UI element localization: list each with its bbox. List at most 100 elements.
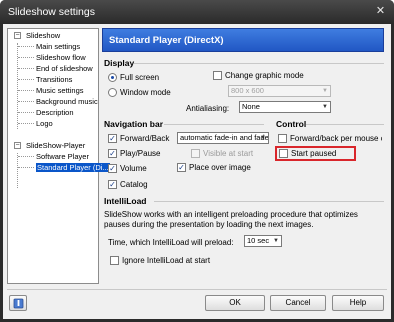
help-book-icon — [13, 298, 24, 309]
preload-value: 10 sec — [247, 236, 270, 245]
tree-item-logo[interactable]: Logo — [36, 118, 53, 129]
intelliload-section-title: IntelliLoad — [104, 196, 147, 206]
tree-item-standard-player[interactable]: Standard Player (Di... — [36, 162, 110, 173]
tree-item-transitions[interactable]: Transitions — [36, 74, 72, 85]
tree-item-label: Description — [36, 108, 74, 117]
visible-at-start-label: Visible at start — [203, 149, 254, 158]
antialiasing-value: None — [242, 102, 260, 111]
change-graphic-mode-label: Change graphic mode — [225, 71, 304, 80]
tree-connector — [18, 57, 34, 58]
place-over-image-checkbox[interactable]: ✓ — [177, 163, 186, 172]
page-title: Standard Player (DirectX) — [109, 35, 224, 46]
preload-select[interactable]: 10 sec ▼ — [244, 235, 282, 247]
tree-item-label: Slideshow flow — [36, 53, 86, 62]
start-paused-checkbox[interactable] — [279, 149, 288, 158]
forward-back-mode-select[interactable]: automatic fade-in and fade ▼ — [177, 132, 269, 144]
tree-connector — [18, 156, 34, 157]
collapse-icon[interactable]: − — [14, 32, 21, 39]
help-button[interactable]: Help — [332, 295, 384, 311]
change-graphic-mode-checkbox[interactable] — [213, 71, 222, 80]
tree-connector — [18, 112, 34, 113]
resolution-value: 800 x 600 — [231, 86, 264, 95]
dialog-window: Slideshow settings ✕ − Slideshow Main se… — [0, 0, 394, 322]
page-header: Standard Player (DirectX) — [102, 28, 384, 52]
tree-item-label: Background music — [36, 97, 98, 106]
catalog-checkbox[interactable]: ✓ — [108, 180, 117, 189]
tree-connector — [18, 46, 34, 47]
chevron-down-icon: ▼ — [322, 88, 328, 94]
chevron-down-icon: ▼ — [273, 238, 279, 244]
chevron-down-icon: ▼ — [260, 135, 266, 141]
place-over-image-label: Place over image — [189, 163, 251, 172]
volume-checkbox[interactable]: ✓ — [108, 164, 117, 173]
play-pause-checkbox[interactable]: ✓ — [108, 149, 117, 158]
forward-back-checkbox[interactable]: ✓ — [108, 134, 117, 143]
tree-item-label: SlideShow-Player — [26, 141, 86, 150]
collapse-icon[interactable]: − — [14, 142, 21, 149]
catalog-label: Catalog — [120, 180, 148, 189]
divider — [134, 63, 384, 64]
tree-item-slideshow-flow[interactable]: Slideshow flow — [36, 52, 86, 63]
tree-item-label: End of slideshow — [36, 64, 93, 73]
tree-item-label: Logo — [36, 119, 53, 128]
tree-item-software-player[interactable]: Software Player — [36, 151, 89, 162]
chevron-down-icon: ▼ — [322, 104, 328, 110]
close-icon[interactable]: ✕ — [373, 4, 388, 19]
resolution-select[interactable]: 800 x 600 ▼ — [228, 85, 331, 97]
title-bar[interactable]: Slideshow settings ✕ — [0, 0, 394, 24]
window-mode-radio[interactable] — [108, 88, 117, 97]
antialiasing-select[interactable]: None ▼ — [239, 101, 331, 113]
ok-button-label: OK — [229, 298, 241, 307]
tree-item-slideshow-player[interactable]: SlideShow-Player — [26, 140, 85, 151]
start-paused-label: Start paused — [291, 149, 337, 158]
visible-at-start-checkbox[interactable] — [191, 149, 200, 158]
window-mode-label: Window mode — [120, 88, 171, 97]
help-button-label: Help — [349, 298, 367, 307]
antialiasing-label: Antialiasing: — [186, 104, 230, 113]
tree-item-label: Slideshow — [26, 31, 61, 40]
tree-item-label: Music settings — [36, 86, 84, 95]
tree-item-label: Standard Player (Di... — [36, 163, 110, 172]
tree-item-slideshow[interactable]: Slideshow — [26, 30, 60, 41]
ok-button[interactable]: OK — [205, 295, 265, 311]
tree-connector — [18, 90, 34, 91]
full-screen-label: Full screen — [120, 73, 160, 82]
ignore-intelliload-label: Ignore IntelliLoad at start — [122, 256, 211, 265]
display-section-title: Display — [104, 58, 135, 68]
intelliload-description: SlideShow works with an intelligent prel… — [104, 210, 358, 229]
tree-connector — [18, 101, 34, 102]
dialog-client: − Slideshow Main settings Slideshow flow… — [3, 24, 391, 319]
tree-item-end-of-slideshow[interactable]: End of slideshow — [36, 63, 93, 74]
cancel-button-label: Cancel — [285, 298, 311, 307]
tree-item-background-music[interactable]: Background music — [36, 96, 98, 107]
forward-back-mouse-checkbox[interactable] — [278, 134, 287, 143]
divider — [306, 124, 384, 125]
tree-item-label: Software Player — [36, 152, 89, 161]
tree-connector — [18, 68, 34, 69]
tree-item-description[interactable]: Description — [36, 107, 74, 118]
navigation-section-title: Navigation bar — [104, 119, 164, 129]
settings-tree[interactable]: − Slideshow Main settings Slideshow flow… — [7, 28, 110, 284]
tree-item-label: Transitions — [36, 75, 73, 84]
tree-item-label: Main settings — [36, 42, 81, 51]
volume-label: Volume — [120, 164, 147, 173]
help-book-button[interactable] — [9, 295, 27, 311]
ignore-intelliload-checkbox[interactable] — [110, 256, 119, 265]
window-title: Slideshow settings — [8, 6, 95, 18]
settings-panel: Standard Player (DirectX) Display Full s… — [102, 28, 389, 286]
control-section-title: Control — [276, 119, 307, 129]
divider — [164, 124, 264, 125]
tree-connector — [17, 43, 18, 129]
forward-back-mouse-label: Forward/back per mouse click — [290, 134, 382, 143]
tree-item-main-settings[interactable]: Main settings — [36, 41, 80, 52]
forward-back-mode-value: automatic fade-in and fade — [180, 133, 269, 142]
forward-back-label: Forward/Back — [120, 134, 170, 143]
play-pause-label: Play/Pause — [120, 149, 161, 158]
tree-connector — [18, 167, 34, 168]
tree-connector — [18, 123, 34, 124]
full-screen-radio[interactable] — [108, 73, 117, 82]
tree-connector — [17, 153, 18, 188]
tree-item-music-settings[interactable]: Music settings — [36, 85, 84, 96]
tree-connector — [18, 79, 34, 80]
cancel-button[interactable]: Cancel — [270, 295, 326, 311]
